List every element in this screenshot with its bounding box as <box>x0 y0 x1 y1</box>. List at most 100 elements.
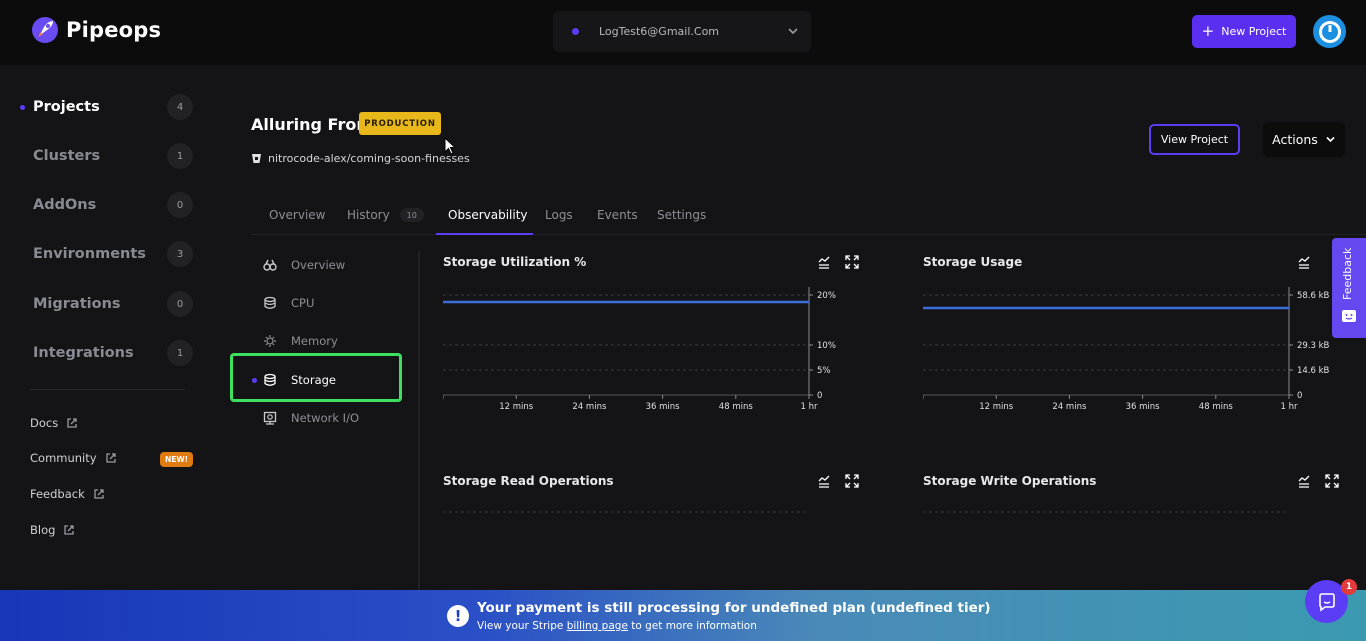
sidebar-item-label: AddOns <box>33 197 97 213</box>
tab-overview[interactable]: Overview <box>269 208 326 222</box>
feedback-link[interactable]: Feedback <box>30 487 105 501</box>
external-link-icon <box>94 489 104 499</box>
banner-title: Your payment is still processing for und… <box>477 600 991 616</box>
chart-type-toggle-icon[interactable] <box>817 474 831 488</box>
chat-notification-badge: 1 <box>1341 579 1357 595</box>
subnav-item-network-io[interactable]: Network I/O <box>263 411 359 425</box>
organization-select[interactable]: LogTest6@Gmail.Com <box>553 11 811 52</box>
docs-link[interactable]: Docs <box>30 416 78 430</box>
chevron-down-icon <box>788 28 798 35</box>
sidebar-item-addons[interactable]: AddOns 0 <box>33 192 193 218</box>
external-link-icon <box>64 525 75 535</box>
fullscreen-icon[interactable] <box>845 255 859 269</box>
y-tick-label: 20% <box>817 291 836 301</box>
banner-sub-text: View your Stripe <box>477 620 564 632</box>
sidebar-item-label: Clusters <box>33 148 101 164</box>
feedback-widget-tab[interactable]: Feedback <box>1332 238 1366 338</box>
y-tick-label: 0 <box>817 391 822 401</box>
chart-title: Storage Utilization % <box>443 255 587 269</box>
tab-label: Overview <box>269 208 326 222</box>
y-tick-label: 5% <box>817 366 831 376</box>
chart-type-toggle-icon[interactable] <box>1297 255 1311 269</box>
blog-link-label: Blog <box>30 523 56 537</box>
subnav-item-memory[interactable]: Memory <box>263 334 338 348</box>
sidebar-divider <box>30 389 185 390</box>
main-content: Alluring Front PRODUCTION nitrocode-alex… <box>215 65 1366 590</box>
subnav-label: Memory <box>291 334 338 348</box>
tab-label: Settings <box>657 208 707 222</box>
chart-type-toggle-icon[interactable] <box>1297 474 1311 488</box>
network-icon <box>263 411 277 425</box>
x-tick-label: 24 mins <box>1052 402 1087 412</box>
sidebar-item-count: 3 <box>167 241 193 267</box>
community-link[interactable]: Community <box>30 451 117 465</box>
x-tick-label: 12 mins <box>499 402 534 412</box>
chat-icon <box>1318 592 1335 612</box>
x-tick-label: 1 hr <box>801 402 818 412</box>
sidebar-item-count: 0 <box>167 192 193 218</box>
sidebar-item-count: 1 <box>167 340 193 366</box>
actions-dropdown[interactable]: Actions <box>1263 122 1345 157</box>
y-tick-label: 58.6 kB <box>1297 291 1330 301</box>
x-tick-label: 48 mins <box>1199 402 1234 412</box>
chart-title: Storage Read Operations <box>443 474 614 488</box>
binoculars-icon <box>263 259 277 271</box>
alert-icon: ! <box>447 605 469 627</box>
tab-label: History <box>347 208 390 222</box>
organization-name: LogTest6@Gmail.Com <box>599 25 720 38</box>
subnav-item-overview[interactable]: Overview <box>263 258 345 272</box>
subnav-item-cpu[interactable]: CPU <box>263 296 314 310</box>
sidebar-item-label: Integrations <box>33 345 134 361</box>
org-status-dot <box>572 28 579 35</box>
plus-icon: + <box>1201 22 1215 40</box>
subnav-label: Storage <box>291 373 336 387</box>
subnav-item-storage[interactable]: Storage <box>263 373 336 387</box>
x-tick-label: 36 mins <box>1126 402 1161 412</box>
chart-title: Storage Write Operations <box>923 474 1097 488</box>
x-tick-label: 12 mins <box>979 402 1014 412</box>
tab-history[interactable]: History 10 <box>347 208 424 222</box>
feedback-link-label: Feedback <box>30 487 85 501</box>
chevron-down-icon <box>1326 136 1335 143</box>
project-title: Alluring Front <box>251 115 376 134</box>
sidebar-item-label: Migrations <box>33 296 121 312</box>
blog-link[interactable]: Blog <box>30 523 75 537</box>
sidebar-item-environments[interactable]: Environments 3 <box>33 241 193 267</box>
tab-observability[interactable]: Observability <box>448 208 528 222</box>
user-avatar[interactable] <box>1313 15 1346 48</box>
sidebar-item-migrations[interactable]: Migrations 0 <box>33 291 193 317</box>
chart-plot: 20% 10% 5% 0 12 mins 24 mins 36 mins 48 mins 1 h… <box>443 287 836 412</box>
new-project-button[interactable]: + New Project <box>1192 15 1296 48</box>
y-tick-label: 10% <box>817 341 836 351</box>
sidebar-item-count: 0 <box>167 291 193 317</box>
brand-logo[interactable]: Pipeops <box>30 15 161 45</box>
chart-type-toggle-icon[interactable] <box>817 255 831 269</box>
chart-storage-utilization: Storage Utilization % 20% 10% 5% 0 12 mins 24… <box>443 255 863 415</box>
banner-sub-text: to get more information <box>631 620 757 632</box>
tab-settings[interactable]: Settings <box>657 208 706 222</box>
tab-label: Events <box>597 208 638 222</box>
feedback-smile-icon <box>1342 310 1356 322</box>
sidebar: Projects 4 Clusters 1 AddOns 0 Environme… <box>0 65 215 590</box>
repository-link[interactable]: nitrocode-alex/coming-soon-finesses <box>251 152 470 165</box>
view-project-button[interactable]: View Project <box>1149 124 1240 155</box>
chip-icon <box>264 335 276 347</box>
x-tick-label: 24 mins <box>572 402 607 412</box>
tab-logs[interactable]: Logs <box>545 208 573 222</box>
project-tabs: Overview History 10 Observability Logs E… <box>251 205 1366 235</box>
subnav-label: Network I/O <box>291 411 359 425</box>
tab-count-badge: 10 <box>399 208 424 222</box>
billing-page-link[interactable]: billing page <box>567 620 628 632</box>
new-project-label: New Project <box>1221 25 1287 38</box>
sidebar-item-clusters[interactable]: Clusters 1 <box>33 143 193 169</box>
sidebar-item-projects[interactable]: Projects 4 <box>20 94 193 120</box>
community-link-label: Community <box>30 451 97 465</box>
fullscreen-icon[interactable] <box>845 474 859 488</box>
sidebar-item-count: 4 <box>167 94 193 120</box>
sidebar-item-integrations[interactable]: Integrations 1 <box>33 340 193 366</box>
tab-label: Logs <box>545 208 573 222</box>
fullscreen-icon[interactable] <box>1325 474 1339 488</box>
sidebar-item-label: Environments <box>33 246 146 262</box>
x-tick-label: 48 mins <box>719 402 754 412</box>
tab-events[interactable]: Events <box>597 208 638 222</box>
